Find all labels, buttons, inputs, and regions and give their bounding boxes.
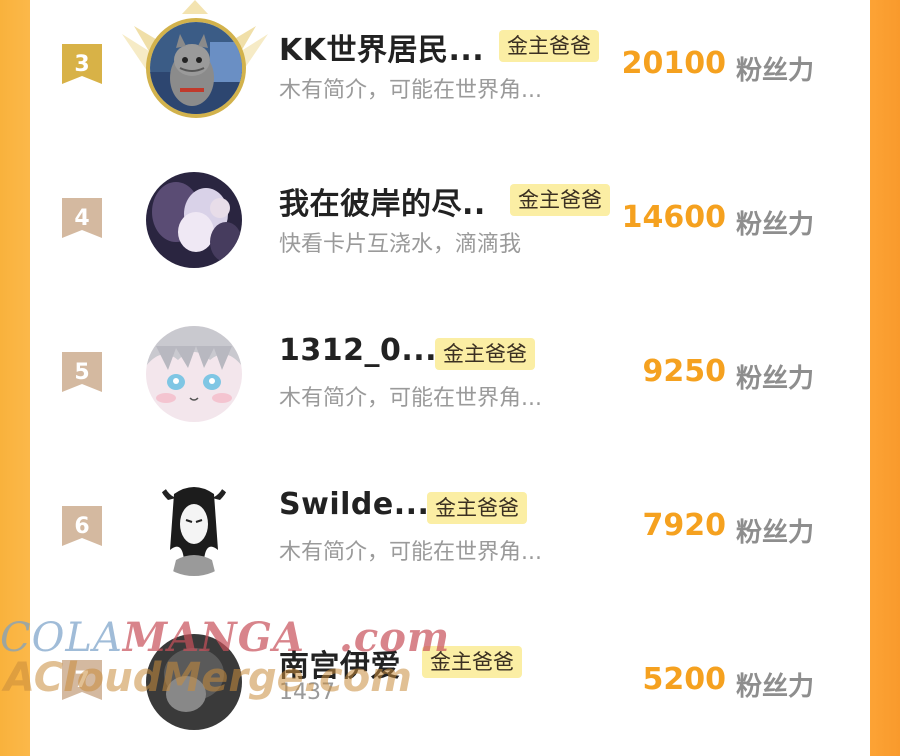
rank-badge: 3 — [60, 44, 104, 88]
user-description: 木有简介，可能在世界角... — [279, 540, 542, 565]
rank-badge: 5 — [60, 352, 104, 396]
fan-score-unit: 粉丝力 — [736, 56, 815, 86]
avatar[interactable] — [146, 172, 242, 268]
ranking-row[interactable]: 3 KK世界居民... 金主爸爸 木有简介，可能在世界角... 20100 粉丝… — [30, 0, 870, 140]
fan-score-unit: 粉丝力 — [736, 210, 815, 240]
sponsor-tag: 金主爸爸 — [427, 492, 527, 524]
rank-badge: 6 — [60, 506, 104, 550]
ranking-row[interactable]: 5 1312_0... 金主爸爸 木有简介，可能在世界角... 9250 粉丝力 — [30, 308, 870, 448]
user-description: 木有简介，可能在世界角... — [279, 386, 542, 411]
watermark-acloudmerge: ACloudMerge.com — [4, 655, 412, 701]
fan-score: 5200 — [642, 662, 727, 697]
rank-number: 6 — [74, 513, 90, 539]
fan-score-unit: 粉丝力 — [736, 364, 815, 394]
watermark-part-manga: MANGA — [122, 614, 305, 661]
rank-number: 4 — [74, 205, 90, 231]
ranking-row[interactable]: 4 我在彼岸的尽.. 金主爸爸 快看卡片互浇水，滴滴我 14600 粉丝力 — [30, 154, 870, 294]
user-name[interactable]: 我在彼岸的尽.. — [279, 179, 486, 223]
fan-score: 7920 — [642, 508, 727, 543]
ranking-row[interactable]: 6 Swilde... 金主爸爸 木有简介，可能在世界角... 7920 粉丝力 — [30, 462, 870, 602]
rank-badge: 4 — [60, 198, 104, 242]
sponsor-tag: 金主爸爸 — [435, 338, 535, 370]
fan-score-unit: 粉丝力 — [736, 672, 815, 702]
user-name[interactable]: Swilde... — [279, 487, 429, 522]
rank-number: 5 — [74, 359, 90, 385]
user-name[interactable]: 1312_0... — [279, 333, 437, 368]
user-description: 快看卡片互浇水，滴滴我 — [279, 232, 522, 257]
fan-score-unit: 粉丝力 — [736, 518, 815, 548]
fan-score: 9250 — [642, 354, 727, 389]
rank-number: 3 — [74, 51, 90, 77]
fan-score: 14600 — [621, 200, 726, 235]
avatar[interactable] — [146, 480, 242, 576]
avatar[interactable] — [146, 326, 242, 422]
user-name[interactable]: KK世界居民... — [279, 25, 484, 69]
watermark-colamanga: COLAMANGA .com — [0, 614, 450, 661]
sponsor-tag: 金主爸爸 — [499, 30, 599, 62]
watermark-part-com: .com — [338, 614, 451, 661]
sponsor-tag: 金主爸爸 — [510, 184, 610, 216]
fan-ranking-card: 3 KK世界居民... 金主爸爸 木有简介，可能在世界角... 20100 粉丝… — [30, 0, 870, 730]
avatar[interactable] — [146, 18, 246, 118]
fan-score: 20100 — [621, 46, 726, 81]
user-description: 木有简介，可能在世界角... — [279, 78, 542, 103]
